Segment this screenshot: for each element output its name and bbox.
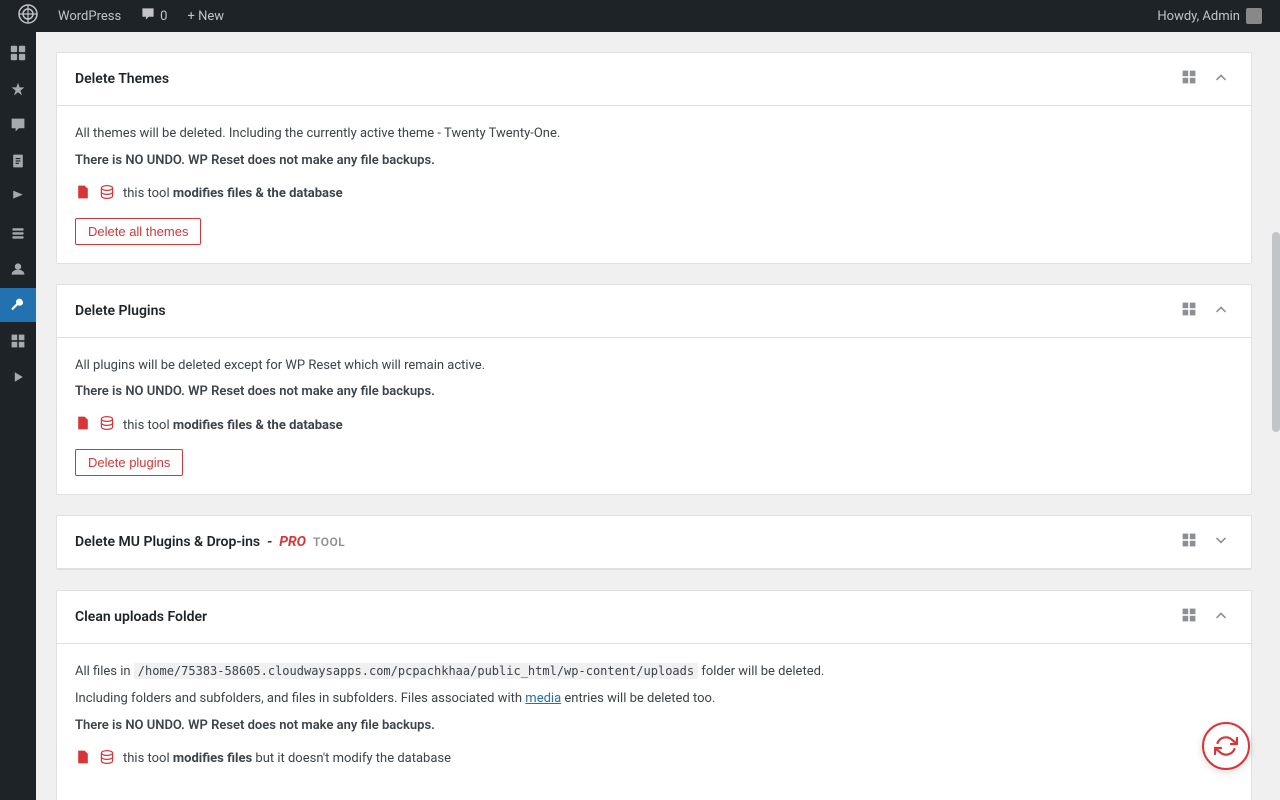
clean-uploads-body: All files in /home/75383-58605.cloudways… (57, 644, 1251, 800)
admin-bar: WordPress 0 + New Howdy, Admin (0, 0, 1280, 32)
sidebar-item-pin[interactable] (0, 72, 36, 106)
delete-plugins-card: Delete Plugins All plugins will be delet… (56, 284, 1252, 496)
user-menu[interactable]: Howdy, Admin (1147, 0, 1272, 32)
sidebar-item-layers[interactable] (0, 216, 36, 250)
delete-mu-plugins-actions (1177, 530, 1233, 554)
delete-plugins-actions (1177, 299, 1233, 323)
delete-plugins-desc1: All plugins will be deleted except for W… (75, 356, 1233, 377)
sidebar-item-tools[interactable] (0, 288, 36, 322)
modifier-text-3: this tool modifies files but it doesn't … (123, 751, 451, 766)
delete-themes-title: Delete Themes (75, 71, 169, 87)
delete-plugins-desc2: There is NO UNDO. WP Reset does not make… (75, 382, 1233, 403)
wp-logo-icon (18, 4, 38, 29)
pro-label: PRO (279, 534, 306, 550)
main-content: Delete Themes All themes will be deleted… (36, 32, 1272, 800)
file-icon-2 (75, 415, 91, 435)
file-icon (75, 184, 91, 204)
clean-uploads-actions (1177, 605, 1233, 629)
database-icon-2 (99, 415, 115, 435)
delete-themes-grid-icon[interactable] (1177, 67, 1201, 91)
delete-themes-card: Delete Themes All themes will be deleted… (56, 52, 1252, 264)
modifier-text: this tool modifies files & the database (123, 186, 343, 201)
new-content-button[interactable]: + New (177, 0, 234, 32)
delete-plugins-title: Delete Plugins (75, 303, 166, 319)
uploads-path: /home/75383-58605.cloudwaysapps.com/pcpa… (134, 663, 698, 679)
delete-plugins-grid-icon[interactable] (1177, 299, 1201, 323)
delete-all-themes-button[interactable]: Delete all themes (75, 218, 201, 245)
tool-label: TOOL (313, 535, 345, 549)
comments-count: 0 (160, 9, 167, 24)
clean-uploads-desc2: Including folders and subfolders, and fi… (75, 689, 1233, 710)
clean-uploads-modifier: this tool modifies files but it doesn't … (75, 749, 1233, 769)
delete-mu-expand-icon[interactable] (1209, 530, 1233, 554)
delete-themes-actions (1177, 67, 1233, 91)
scrollbar-thumb[interactable] (1272, 232, 1280, 432)
sidebar-item-comments[interactable] (0, 108, 36, 142)
clean-uploads-header: Clean uploads Folder (57, 591, 1251, 644)
sidebar-item-pages[interactable] (0, 144, 36, 178)
delete-mu-plugins-header: Delete MU Plugins & Drop-ins - PRO TOOL (57, 516, 1251, 569)
delete-themes-collapse-icon[interactable] (1209, 67, 1233, 91)
clean-uploads-grid-icon[interactable] (1177, 605, 1201, 629)
delete-themes-desc1: All themes will be deleted. Including th… (75, 124, 1233, 145)
sidebar-item-users[interactable] (0, 252, 36, 286)
clean-uploads-desc3: There is NO UNDO. WP Reset does not make… (75, 716, 1233, 737)
delete-themes-desc2: There is NO UNDO. WP Reset does not make… (75, 151, 1233, 172)
clean-uploads-title: Clean uploads Folder (75, 609, 207, 625)
file-icon-3 (75, 749, 91, 769)
sidebar (0, 32, 36, 800)
clean-uploads-collapse-icon[interactable] (1209, 605, 1233, 629)
delete-mu-plugins-title: Delete MU Plugins & Drop-ins - PRO TOOL (75, 534, 345, 550)
media-link[interactable]: media (525, 691, 561, 706)
delete-mu-grid-icon[interactable] (1177, 530, 1201, 554)
site-name-button[interactable]: WordPress (48, 0, 131, 32)
modifier-text-2: this tool modifies files & the database (123, 418, 343, 433)
howdy-label: Howdy, Admin (1157, 9, 1240, 24)
new-label: + New (187, 9, 224, 24)
scrollbar-track[interactable] (1272, 32, 1280, 800)
delete-plugins-modifier: this tool modifies files & the database (75, 415, 1233, 435)
sidebar-item-dashboard[interactable] (0, 36, 36, 70)
clean-uploads-card: Clean uploads Folder All files in /home/… (56, 590, 1252, 800)
comments-icon (141, 7, 155, 25)
clean-uploads-desc1: All files in /home/75383-58605.cloudways… (75, 662, 1233, 683)
delete-themes-modifier: this tool modifies files & the database (75, 184, 1233, 204)
avatar (1246, 8, 1262, 24)
floating-refresh-button[interactable] (1202, 722, 1250, 770)
sidebar-item-media[interactable] (0, 360, 36, 394)
delete-plugins-body: All plugins will be deleted except for W… (57, 338, 1251, 495)
delete-themes-header: Delete Themes (57, 53, 1251, 106)
delete-themes-body: All themes will be deleted. Including th… (57, 106, 1251, 263)
delete-mu-plugins-card: Delete MU Plugins & Drop-ins - PRO TOOL (56, 515, 1252, 570)
sidebar-item-blocks[interactable] (0, 324, 36, 358)
site-name-label: WordPress (58, 9, 121, 24)
delete-plugins-header: Delete Plugins (57, 285, 1251, 338)
sidebar-item-flag[interactable] (0, 180, 36, 214)
delete-plugins-button[interactable]: Delete plugins (75, 449, 183, 476)
database-icon-3 (99, 749, 115, 769)
database-icon (99, 184, 115, 204)
delete-plugins-collapse-icon[interactable] (1209, 299, 1233, 323)
wp-logo-button[interactable] (8, 0, 48, 32)
comments-button[interactable]: 0 (131, 0, 177, 32)
